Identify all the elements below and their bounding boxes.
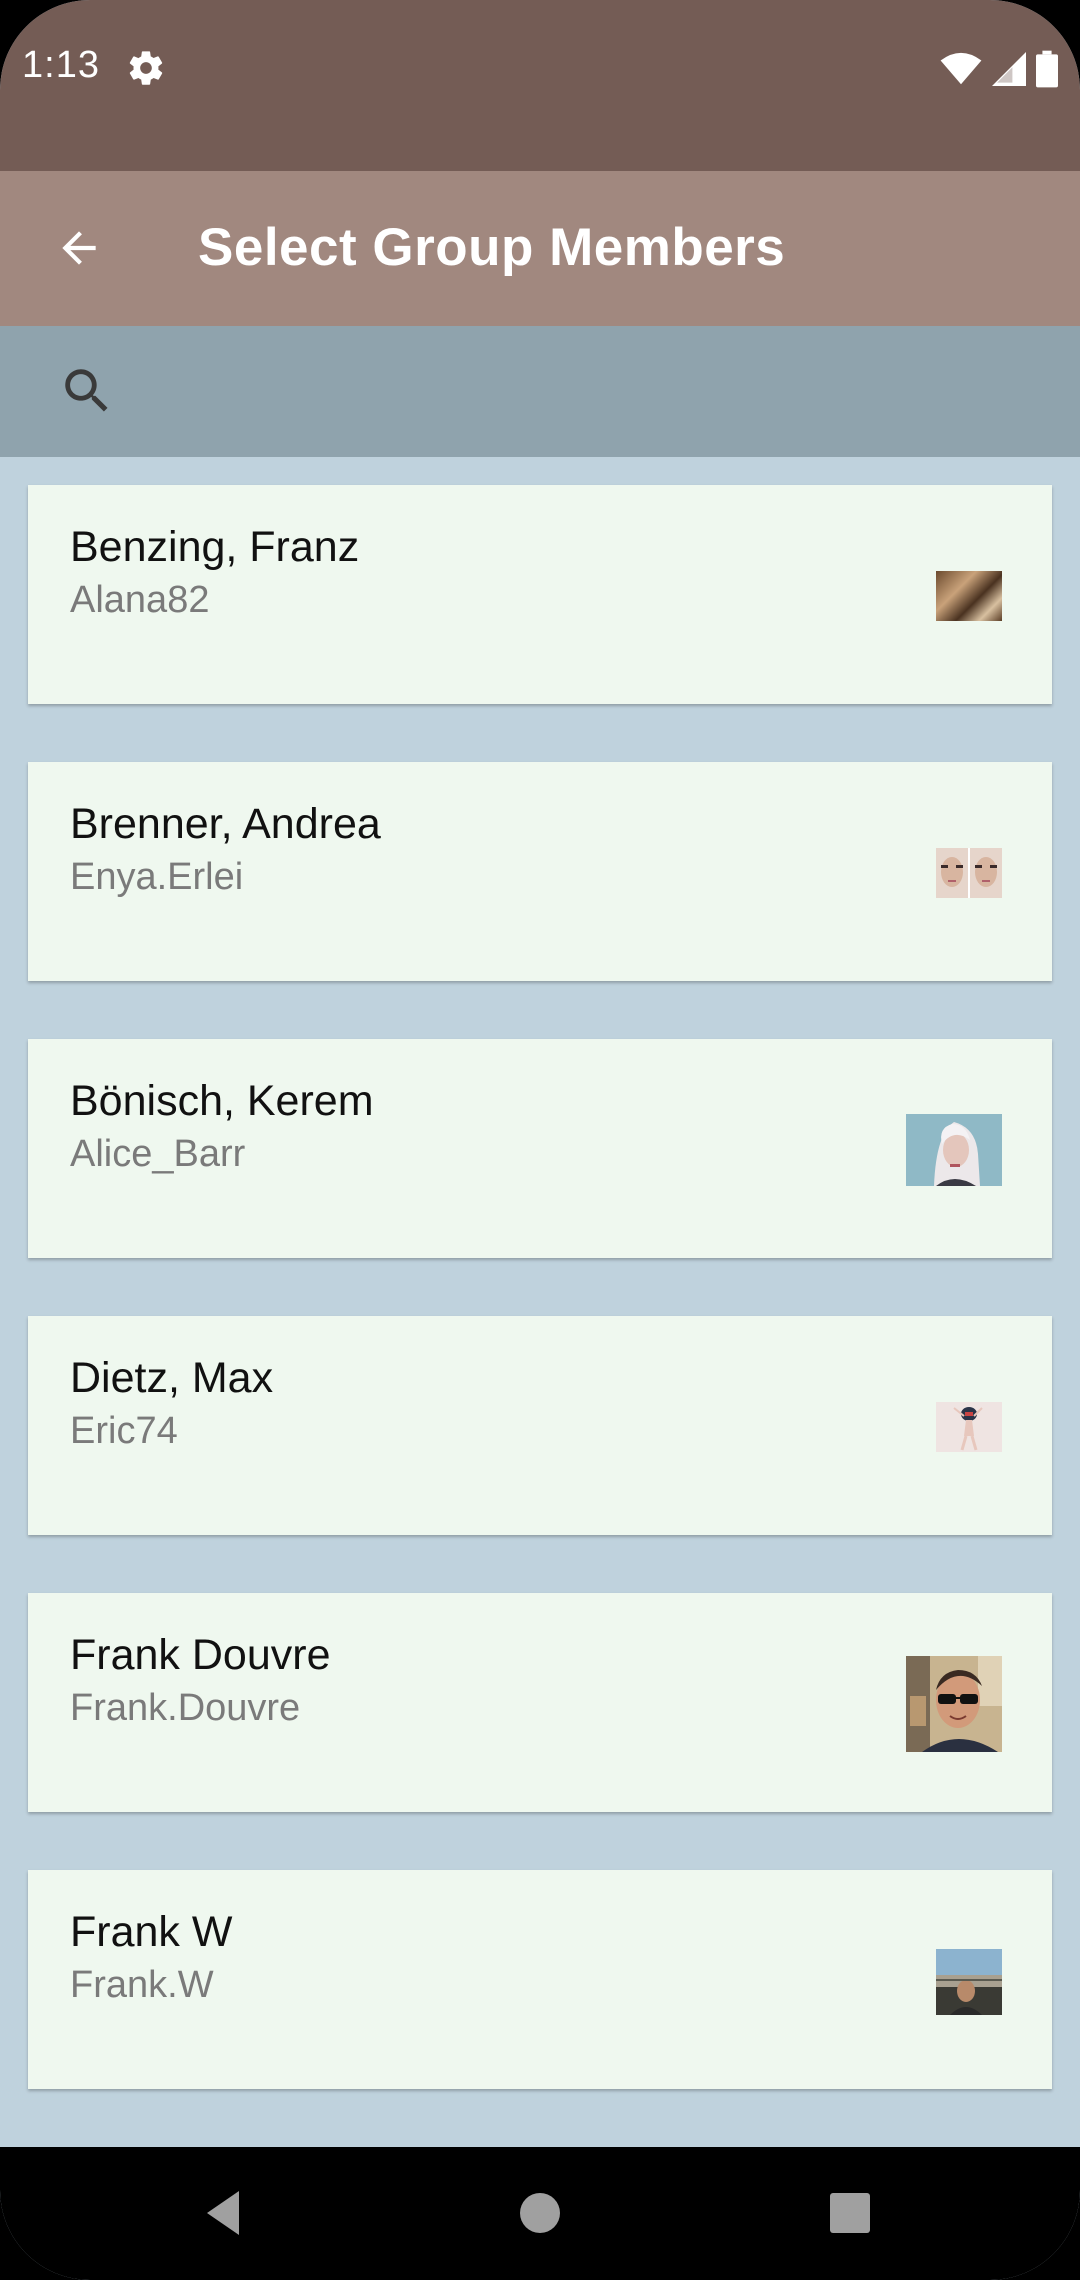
signal-icon (992, 52, 1026, 86)
member-username: Enya.Erlei (70, 856, 244, 898)
recents-square-icon[interactable] (820, 2183, 880, 2243)
status-time: 1:13 (22, 44, 100, 86)
arrow-left-icon (62, 231, 96, 265)
member-name: Dietz, Max (70, 1354, 274, 1402)
food-photo (936, 571, 1002, 621)
status-bar: 1:13 (0, 0, 1080, 171)
member-name: Frank Douvre (70, 1631, 331, 1679)
list-item[interactable]: Frank Douvre Frank.Douvre (28, 1593, 1052, 1812)
list-item[interactable]: Bönisch, Kerem Alice_Barr (28, 1039, 1052, 1258)
home-circle-icon[interactable] (510, 2183, 570, 2243)
member-name: Benzing, Franz (70, 523, 360, 571)
list-item[interactable]: Dietz, Max Eric74 (28, 1316, 1052, 1535)
man-portrait-icon (906, 1656, 1002, 1752)
member-name: Frank W (70, 1908, 233, 1956)
blonde-portrait-photo (906, 1114, 1002, 1186)
list-item[interactable]: Frank W Frank.W (28, 1870, 1052, 2089)
man-landscape-photo (936, 1949, 1002, 2015)
man-sunglasses-photo (906, 1656, 1002, 1752)
battery-icon (1036, 50, 1058, 88)
wifi-icon (940, 52, 982, 85)
twin-faces-icon (936, 848, 1002, 898)
gear-icon (129, 51, 163, 85)
list-item[interactable]: Brenner, Andrea Enya.Erlei (28, 762, 1052, 981)
member-username: Eric74 (70, 1410, 178, 1452)
figure-icon (936, 1402, 1002, 1452)
member-name: Bönisch, Kerem (70, 1077, 374, 1125)
figure-photo (936, 1402, 1002, 1452)
member-list[interactable]: Benzing, Franz Alana82 Brenner, Andrea E… (0, 457, 1080, 2147)
search-input[interactable] (140, 356, 1044, 428)
back-button[interactable] (40, 209, 118, 287)
search-bar (0, 326, 1080, 457)
screen: 1:13 Select Group Members Benzing, Franz… (0, 0, 1080, 2280)
landscape-portrait-icon (936, 1949, 1002, 2015)
navigation-bar (0, 2147, 1080, 2280)
search-icon[interactable] (58, 362, 116, 420)
member-username: Frank.Douvre (70, 1687, 301, 1729)
app-bar: Select Group Members (0, 171, 1080, 326)
back-triangle-icon[interactable] (195, 2183, 255, 2243)
member-username: Frank.W (70, 1964, 214, 2006)
twin-faces-photo (936, 848, 1002, 898)
member-username: Alana82 (70, 579, 210, 621)
member-username: Alice_Barr (70, 1133, 246, 1175)
page-title: Select Group Members (198, 218, 786, 277)
status-icons (940, 50, 1058, 88)
portrait-icon (906, 1114, 1002, 1186)
member-name: Brenner, Andrea (70, 800, 381, 848)
list-item[interactable]: Benzing, Franz Alana82 (28, 485, 1052, 704)
